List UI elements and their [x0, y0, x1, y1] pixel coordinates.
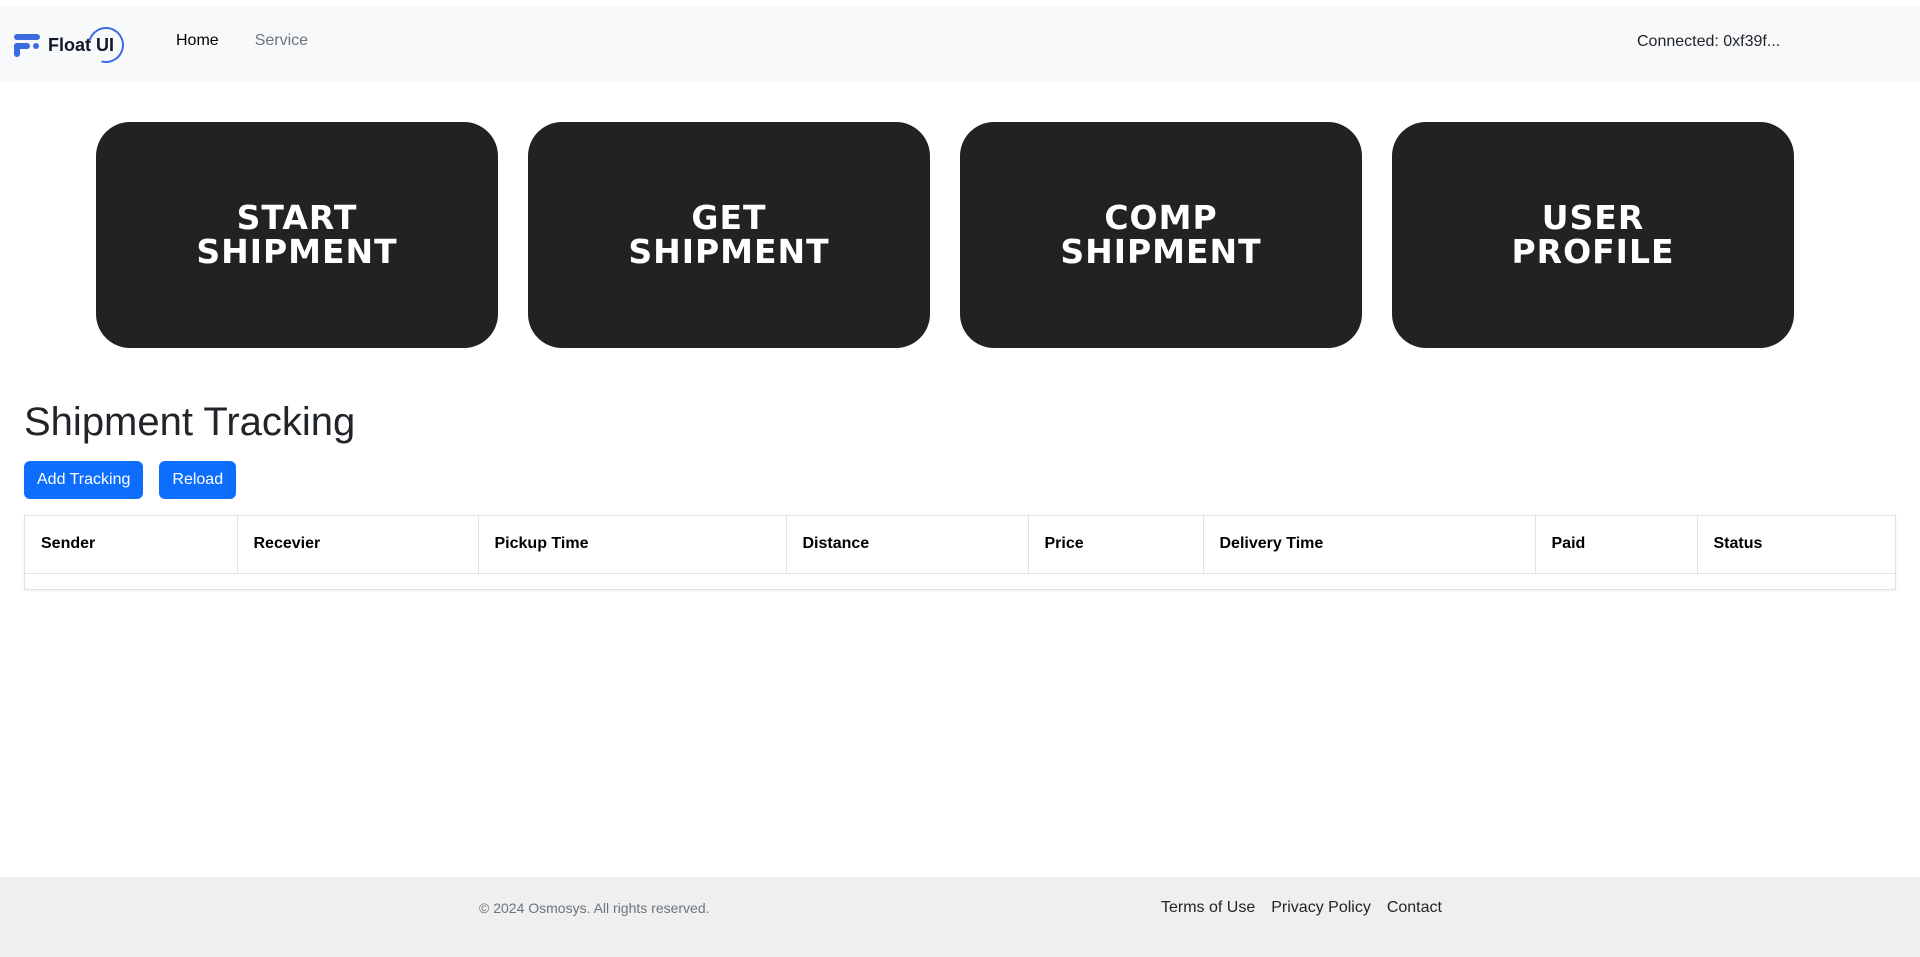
column-header-distance: Distance: [786, 516, 1029, 574]
navbar: Float UI Home Service Connected: 0xf39f.…: [0, 6, 1920, 82]
column-header-status: Status: [1697, 516, 1895, 574]
table-header-row: Sender Recevier Pickup Time Distance Pri…: [25, 516, 1895, 574]
get-shipment-card[interactable]: GET SHIPMENT: [528, 122, 930, 348]
card-title-line: GET: [691, 198, 767, 237]
start-shipment-card[interactable]: START SHIPMENT: [96, 122, 498, 348]
complete-shipment-card[interactable]: COMP SHIPMENT: [960, 122, 1362, 348]
card-title-line: COMP: [1104, 198, 1218, 237]
column-header-delivery-time: Delivery Time: [1203, 516, 1536, 574]
action-cards: START SHIPMENT GET SHIPMENT COMP SHIPMEN…: [96, 122, 1794, 348]
add-tracking-button[interactable]: Add Tracking: [24, 461, 144, 499]
card-title-line: SHIPMENT: [1060, 232, 1262, 271]
column-header-price: Price: [1028, 516, 1204, 574]
column-header-pickup-time: Pickup Time: [478, 516, 787, 574]
footer: © 2024 Osmosys. All rights reserved. Ter…: [0, 877, 1920, 957]
column-header-receiver: Recevier: [237, 516, 479, 574]
footer-links: Terms of Use Privacy Policy Contact: [1161, 899, 1442, 917]
nav-home-link[interactable]: Home: [176, 32, 219, 50]
nav-service-link[interactable]: Service: [255, 32, 308, 50]
reload-button[interactable]: Reload: [159, 461, 237, 499]
wallet-connected-status: Connected: 0xf39f...: [1637, 33, 1781, 50]
privacy-policy-link[interactable]: Privacy Policy: [1271, 899, 1371, 917]
main-nav: Home Service: [176, 32, 308, 50]
card-title-line: SHIPMENT: [196, 232, 398, 271]
column-header-sender: Sender: [25, 516, 238, 574]
float-ui-logo-icon: [14, 32, 42, 58]
contact-link[interactable]: Contact: [1387, 899, 1442, 917]
shipments-table: Sender Recevier Pickup Time Distance Pri…: [24, 515, 1896, 590]
card-title-line: SHIPMENT: [628, 232, 830, 271]
column-header-paid: Paid: [1535, 516, 1698, 574]
user-profile-card[interactable]: USER PROFILE: [1392, 122, 1794, 348]
card-title-line: USER: [1541, 198, 1645, 237]
brand-name: Float UI: [48, 34, 114, 55]
copyright-text: © 2024 Osmosys. All rights reserved.: [479, 900, 710, 916]
tracking-actions: Add Tracking Reload: [24, 461, 237, 499]
terms-of-use-link[interactable]: Terms of Use: [1161, 899, 1255, 917]
brand-logo[interactable]: Float UI: [14, 19, 131, 70]
card-title-line: PROFILE: [1511, 232, 1675, 271]
card-title-line: START: [236, 198, 358, 237]
page-title: Shipment Tracking: [24, 400, 356, 444]
